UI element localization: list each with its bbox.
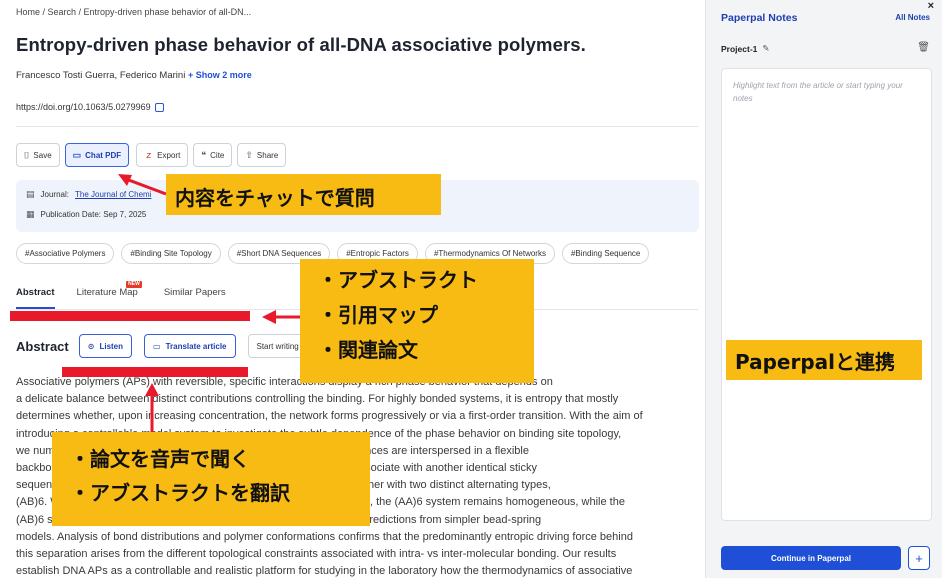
doi-link[interactable]: https://doi.org/10.1063/5.0279969 [16, 102, 164, 112]
paperpal-callout: Paperpalと連携 [726, 340, 922, 380]
abstract-line: determines whether, upon increasing conc… [16, 410, 643, 423]
play-icon: ⊙ [87, 341, 95, 351]
tabs-highlight-bar [10, 311, 250, 321]
tab-abstract[interactable]: Abstract [16, 287, 55, 309]
abstract-line: models. Analysis of bond distributions a… [16, 530, 633, 543]
tabs-callout: ・アブストラクト ・引用マップ ・関連論文 [300, 259, 534, 383]
trash-icon[interactable]: 🗑 [917, 42, 930, 53]
continue-in-paperpal-button[interactable]: Continue in Paperpal [721, 546, 901, 570]
page-title: Entropy-driven phase behavior of all-DNA… [16, 34, 586, 55]
share-button[interactable]: ⇧ Share [237, 143, 287, 167]
cite-label: Cite [210, 150, 225, 160]
chat-pdf-button[interactable]: ▭ Chat PDF [64, 143, 130, 167]
tag-chip[interactable]: #Binding Sequence [561, 243, 650, 264]
abstract-heading: Abstract [16, 338, 69, 354]
author-names: Francesco Tosti Guerra, Federico Marini [16, 70, 186, 81]
notes-placeholder: Highlight text from the article or start… [733, 81, 903, 103]
project-selector[interactable]: Project-1 ✎ [721, 43, 770, 54]
tag-chip[interactable]: #Associative Polymers [16, 243, 115, 264]
audio-callout-line: ・アブストラクトを翻訳 [70, 481, 290, 505]
cite-button[interactable]: ❝ Cite [193, 143, 233, 167]
audio-callout-line: ・論文を音声で聞く [70, 447, 250, 471]
tabs-callout-line: ・引用マップ [318, 303, 438, 327]
tab-literature-map-label: Literature Map [76, 287, 138, 298]
article-tabs: Abstract Literature Map NEW Similar Pape… [16, 281, 226, 309]
save-button[interactable]: ⌷ Save [16, 143, 60, 167]
new-badge: NEW [126, 281, 142, 288]
chat-callout: 内容をチャットで質問 [166, 174, 441, 215]
authors: Francesco Tosti Guerra, Federico Marini … [16, 70, 252, 81]
translate-label: Translate article [165, 341, 227, 351]
audio-callout: ・論文を音声で聞く ・アブストラクトを翻訳 [52, 432, 370, 526]
copy-icon[interactable] [154, 102, 164, 112]
export-button[interactable]: ｚ Export [136, 143, 189, 167]
all-notes-link[interactable]: All Notes [895, 13, 930, 22]
listen-button[interactable]: ⊙ Listen [78, 334, 133, 358]
chat-pdf-label: Chat PDF [85, 150, 122, 160]
article-toolbar: ⌷ Save ▭ Chat PDF ｚ Export ❝ Cite ⇧ Shar… [16, 143, 287, 167]
abstract-line: this separation arises from the differen… [16, 548, 617, 561]
tab-literature-map[interactable]: Literature Map NEW [76, 281, 142, 309]
calendar-icon: ▦ [26, 209, 35, 219]
abstract-header: Abstract ⊙ Listen ▭ Translate article St… [16, 334, 308, 358]
tabs-callout-line: ・関連論文 [318, 338, 418, 362]
bookmark-icon: ⌷ [24, 149, 30, 160]
listen-label: Listen [99, 341, 124, 351]
abstract-line: establish DNA APs as a controllable and … [16, 565, 633, 578]
journal-line: ▤ Journal: The Journal of Chemi [26, 189, 151, 200]
project-name: Project-1 [721, 43, 758, 54]
share-icon: ⇧ [245, 149, 253, 160]
date-line: ▦ Publication Date: Sep 7, 2025 [26, 209, 147, 220]
publication-date: Publication Date: Sep 7, 2025 [40, 210, 147, 219]
save-label: Save [33, 150, 52, 160]
journal-icon: ▤ [26, 189, 35, 199]
show-more-authors-link[interactable]: + Show 2 more [188, 70, 252, 80]
tag-chip[interactable]: #Binding Site Topology [121, 243, 221, 264]
tabs-callout-line: ・アブストラクト [318, 268, 478, 292]
paperpal-callout-text: Paperpalと連携 [735, 350, 896, 374]
header-divider [16, 126, 698, 127]
buttons-highlight-bar [62, 367, 248, 377]
start-writing-button[interactable]: Start writing [247, 334, 308, 358]
edit-icon[interactable]: ✎ [762, 43, 769, 54]
doi-text: https://doi.org/10.1063/5.0279969 [16, 102, 151, 112]
export-icon: ｚ [144, 149, 154, 160]
journal-label: Journal: [40, 190, 69, 199]
quote-icon: ❝ [201, 149, 207, 160]
translate-icon: ▭ [153, 341, 161, 351]
journal-link[interactable]: The Journal of Chemi [75, 190, 151, 199]
tab-similar-papers[interactable]: Similar Papers [164, 287, 226, 309]
notes-title: Paperpal Notes [721, 12, 798, 24]
breadcrumb[interactable]: Home / Search / Entropy-driven phase beh… [16, 7, 251, 17]
share-label: Share [256, 150, 279, 160]
export-label: Export [157, 150, 181, 160]
add-note-button[interactable]: + [908, 546, 930, 570]
chat-icon: ▭ [72, 149, 82, 160]
notes-editor[interactable]: Highlight text from the article or start… [721, 68, 932, 521]
translate-button[interactable]: ▭ Translate article [144, 334, 236, 358]
notes-panel: Paperpal Notes × All Notes Project-1 ✎ 🗑… [705, 0, 942, 578]
abstract-line: a delicate balance between distinct cont… [16, 393, 619, 406]
close-icon[interactable]: × [928, 0, 934, 12]
chat-callout-text: 内容をチャットで質問 [175, 186, 375, 210]
